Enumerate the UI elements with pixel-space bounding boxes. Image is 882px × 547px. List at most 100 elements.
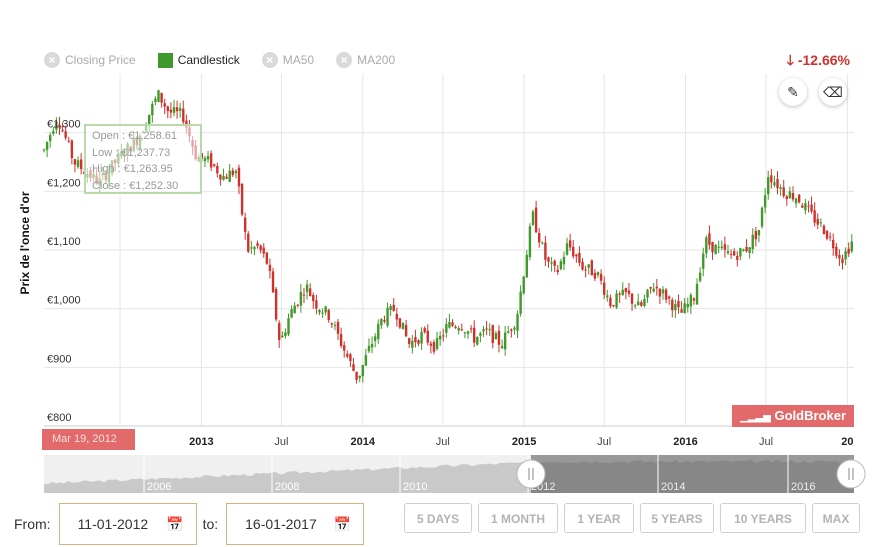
candle-down (797, 194, 801, 203)
navigator-label: 2016 (791, 481, 815, 493)
legend-label: Candlestick (177, 53, 240, 67)
candle-down (664, 289, 668, 300)
crosshair-date-label: Mar 19, 2012 (42, 429, 135, 450)
candle-down (73, 159, 77, 165)
candle-up (389, 306, 392, 310)
erase-button[interactable]: ⌫ (819, 78, 847, 106)
legend-ma200[interactable]: × MA200 (336, 52, 395, 68)
calendar-icon[interactable]: 📅 (334, 516, 351, 533)
candle-up (250, 247, 253, 249)
candle-up (541, 242, 544, 244)
candle-down (414, 337, 417, 343)
candle-down (602, 282, 606, 295)
candle-up (742, 249, 745, 252)
candle-up (748, 247, 751, 254)
date-range-controls: From: 11-01-2012 📅 to: 16-01-2017 📅 (14, 503, 370, 545)
candle-down (259, 245, 262, 251)
candle-down (723, 244, 727, 250)
candle-down (640, 302, 643, 306)
eraser-icon: ⌫ (823, 84, 843, 100)
candle-up (151, 103, 154, 116)
candle-down (296, 304, 299, 306)
candle-down (785, 196, 788, 199)
x-axis-ticks: Jul2013Jul2014Jul2015Jul2016Jul20 (113, 436, 853, 448)
candle-down (618, 293, 621, 295)
candle-down (729, 253, 733, 255)
candle-down (429, 343, 433, 346)
legend-label: MA50 (282, 53, 315, 67)
to-label: to: (202, 516, 219, 532)
navigator-label: 2008 (275, 481, 299, 493)
candle-down (355, 371, 358, 380)
legend-closing-price[interactable]: × Closing Price (44, 52, 136, 68)
candle-down (745, 246, 748, 252)
candle-up (370, 343, 374, 348)
price-chart: €800 €900 €1,000 €1,100 €1,200 €1,300 Jul 2013… (42, 74, 866, 493)
range-5-days-button[interactable]: 5 DAYS (404, 503, 472, 533)
x-tick-label: 20 (841, 436, 853, 448)
tooltip-high: High : €1,263.95 (92, 163, 173, 175)
candle-up (253, 247, 256, 250)
candle-up (45, 141, 49, 150)
range-10-years-button[interactable]: 10 YEARS (720, 503, 806, 533)
candle-down (813, 210, 816, 223)
candle-up (386, 307, 389, 326)
candle-down (832, 239, 835, 249)
navigator-handle (836, 459, 866, 489)
candle-down (593, 272, 597, 279)
candle-up (643, 298, 646, 306)
candle-up (438, 335, 442, 340)
legend-ma50[interactable]: × MA50 (261, 52, 315, 68)
range-1-month-button[interactable]: 1 MONTH (478, 503, 558, 533)
calendar-icon[interactable]: 📅 (166, 516, 183, 533)
candle-up (686, 303, 689, 308)
candle-up (281, 335, 284, 338)
x-tick-label: Jul (274, 436, 288, 448)
y-axis-title: Prix de l'once d'or (18, 191, 32, 295)
candle-down (442, 335, 445, 337)
candle-up (674, 303, 677, 311)
candle-down (825, 230, 829, 239)
y-tick-label: €1,000 (47, 295, 81, 307)
range-5-years-button[interactable]: 5 YEARS (640, 503, 714, 533)
candle-up (695, 283, 699, 305)
candle-down (67, 140, 70, 142)
ohlc-tooltip: Open : €1,258.61 Low : €1,237.73 High : … (84, 124, 202, 194)
candle-down (395, 313, 399, 320)
candle-down (243, 217, 247, 232)
candle-up (318, 309, 321, 313)
candle-up (720, 246, 724, 248)
range-1-year-button[interactable]: 1 YEAR (564, 503, 634, 533)
candle-up (661, 289, 665, 294)
candle-down (408, 338, 411, 344)
candle-down (216, 165, 219, 174)
candle-down (426, 330, 429, 343)
range-max-button[interactable]: MAX (812, 503, 860, 533)
from-date-input[interactable]: 11-01-2012 📅 (58, 503, 197, 545)
legend-candlestick[interactable]: Candlestick (157, 52, 240, 68)
candle-down (491, 325, 494, 344)
candle-down (274, 289, 278, 320)
from-label: From: (14, 516, 51, 532)
candle-up (364, 355, 368, 366)
candle-down (770, 175, 773, 183)
candle-up (411, 340, 414, 348)
candle-down (584, 269, 587, 271)
candle-up (380, 318, 383, 326)
candle-up (305, 284, 309, 293)
logo-bars-icon: ▁▂▃▅ (740, 412, 771, 423)
candle-up (445, 323, 448, 333)
to-date-input[interactable]: 16-01-2017 📅 (226, 503, 365, 545)
candle-up (559, 261, 563, 270)
candle-up (299, 291, 303, 306)
candle-up (448, 321, 451, 328)
draw-button[interactable]: ✎ (779, 78, 807, 106)
candle-down (732, 251, 736, 256)
candle-down (79, 159, 83, 170)
legend-label: Closing Price (65, 53, 136, 67)
candle-down (581, 261, 584, 270)
candle-up (689, 294, 693, 307)
y-tick-label: €1,100 (47, 236, 81, 248)
candle-down (630, 293, 634, 304)
candle-up (788, 191, 792, 199)
